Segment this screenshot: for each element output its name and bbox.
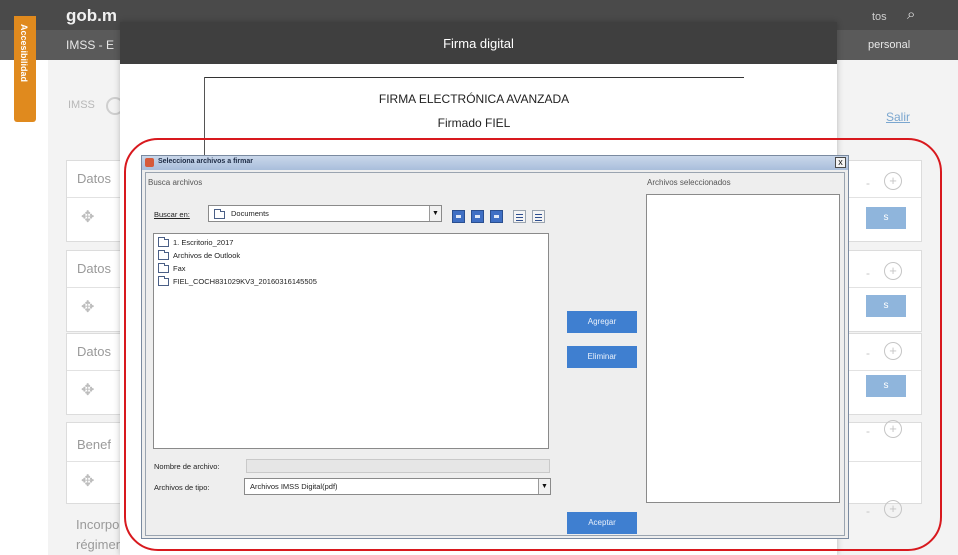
logout-link[interactable]: Salir — [886, 110, 910, 124]
accessibility-tab[interactable]: Accesibilidad — [14, 16, 36, 122]
screen: gob.m tos ⌕ IMSS - E personal Accesibili… — [0, 0, 958, 555]
move-icon[interactable]: ✥ — [81, 207, 94, 227]
imss-logo: IMSS — [68, 99, 95, 111]
document-heading: FIRMA ELECTRÓNICA AVANZADA — [378, 92, 570, 106]
move-icon[interactable]: ✥ — [81, 471, 94, 491]
move-icon[interactable]: ✥ — [81, 380, 94, 400]
card-title: Benef — [77, 437, 111, 452]
site-brand[interactable]: gob.m — [66, 6, 117, 26]
header-right-text[interactable]: tos — [872, 11, 887, 23]
search-icon[interactable]: ⌕ — [907, 6, 915, 23]
section-title: Incorpor — [76, 517, 124, 532]
modal-title: Firma digital — [120, 22, 837, 64]
card-title: Datos — [77, 261, 111, 276]
accessibility-tab-label: Accesibilidad — [19, 24, 29, 83]
document-top-rule — [204, 77, 744, 78]
document-subheading: Firmado FIEL — [437, 116, 511, 130]
highlight-annotation — [124, 138, 942, 551]
subheader-left-text: IMSS - E — [66, 38, 115, 52]
subheader-right-text[interactable]: personal — [868, 39, 910, 51]
card-title: Datos — [77, 171, 111, 186]
move-icon[interactable]: ✥ — [81, 297, 94, 317]
card-title: Datos — [77, 344, 111, 359]
